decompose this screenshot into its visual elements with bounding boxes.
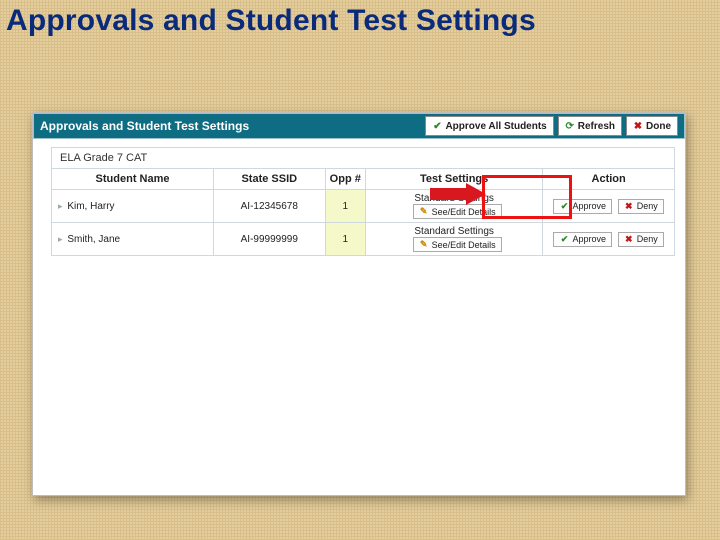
approve-all-button[interactable]: ✔ Approve All Students [425,116,553,136]
col-student-name: Student Name [52,169,214,190]
cell-student-name: ▸ Smith, Jane [52,223,214,256]
settings-text: Standard Settings [414,226,494,237]
check-icon: ✔ [559,234,569,245]
cell-test-settings: Standard Settings ✎ See/Edit Details [366,223,543,256]
see-edit-details-button[interactable]: ✎ See/Edit Details [413,237,502,252]
check-icon: ✔ [432,121,442,132]
dialog-body: ELA Grade 7 CAT Student Name State SSID … [33,139,685,256]
chevron-right-icon: ▸ [58,201,63,212]
deny-label: Deny [637,234,658,244]
see-edit-details-button[interactable]: ✎ See/Edit Details [413,204,502,219]
approvals-table: Student Name State SSID Opp # Test Setti… [51,168,675,256]
close-icon: ✖ [633,121,643,132]
col-opp: Opp # [325,169,366,190]
col-state-ssid: State SSID [214,169,325,190]
student-name-text: Kim, Harry [67,201,114,212]
cell-action: ✔ Approve ✖ Deny [543,223,675,256]
dialog-header: Approvals and Student Test Settings ✔ Ap… [33,113,685,139]
deny-button[interactable]: ✖ Deny [618,232,664,247]
x-icon: ✖ [624,201,634,212]
cell-action: ✔ Approve ✖ Deny [543,190,675,223]
dialog-title: Approvals and Student Test Settings [40,119,421,133]
slide-title: Approvals and Student Test Settings [0,0,720,40]
deny-button[interactable]: ✖ Deny [618,199,664,214]
approve-all-label: Approve All Students [445,121,546,132]
cell-test-settings: Standard Settings ✎ See/Edit Details [366,190,543,223]
done-button[interactable]: ✖ Done [626,116,678,136]
refresh-icon: ⟳ [565,121,575,132]
approve-button[interactable]: ✔ Approve [553,199,612,214]
approve-label: Approve [572,201,606,211]
cell-opp: 1 [325,190,366,223]
table-header-row: Student Name State SSID Opp # Test Setti… [52,169,675,190]
cell-ssid: AI-99999999 [214,223,325,256]
pencil-icon: ✎ [419,239,429,250]
table-row: ▸ Kim, Harry AI-12345678 1 Standard Sett… [52,190,675,223]
pencil-icon: ✎ [419,206,429,217]
check-icon: ✔ [559,201,569,212]
x-icon: ✖ [624,234,634,245]
see-edit-label: See/Edit Details [432,207,496,217]
cell-student-name: ▸ Kim, Harry [52,190,214,223]
cell-ssid: AI-12345678 [214,190,325,223]
col-action: Action [543,169,675,190]
settings-text: Standard Settings [414,193,494,204]
table-row: ▸ Smith, Jane AI-99999999 1 Standard Set… [52,223,675,256]
col-test-settings: Test Settings [366,169,543,190]
test-name: ELA Grade 7 CAT [51,147,675,168]
refresh-label: Refresh [578,121,615,132]
approvals-dialog: Approvals and Student Test Settings ✔ Ap… [32,112,686,496]
see-edit-label: See/Edit Details [432,240,496,250]
refresh-button[interactable]: ⟳ Refresh [558,116,622,136]
done-label: Done [646,121,671,132]
approve-label: Approve [572,234,606,244]
student-name-text: Smith, Jane [67,234,120,245]
chevron-right-icon: ▸ [58,234,63,245]
deny-label: Deny [637,201,658,211]
approve-button[interactable]: ✔ Approve [553,232,612,247]
cell-opp: 1 [325,223,366,256]
